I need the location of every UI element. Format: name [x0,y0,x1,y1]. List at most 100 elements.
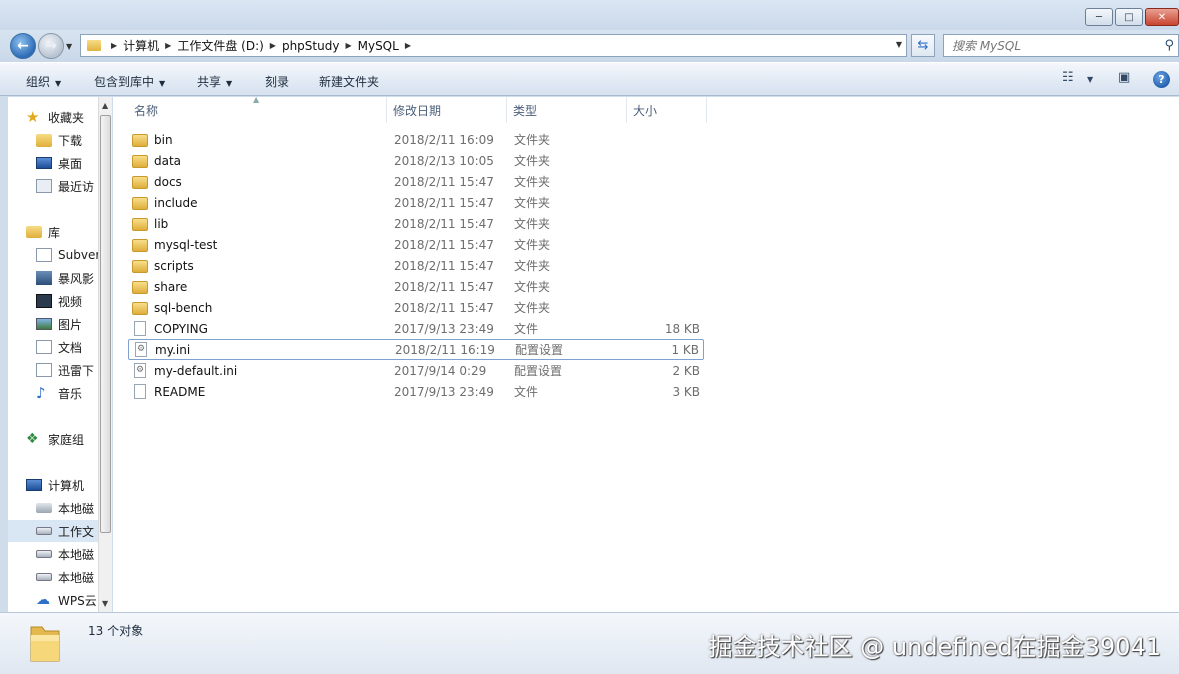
chevron-right-icon[interactable]: ▶ [165,41,171,50]
sidebar-item-label: 本地磁 [58,547,95,562]
close-button[interactable]: ✕ [1145,8,1179,26]
sidebar-item-work-drive[interactable]: 工作文 [8,520,98,542]
thunder-download-icon [36,363,52,377]
column-header-type[interactable]: 类型 [507,97,627,123]
file-row[interactable]: mysql-test 2018/2/11 15:47 文件夹 [128,234,704,255]
chevron-right-icon[interactable]: ▶ [345,41,351,50]
sidebar-item-homegroup[interactable]: ❖ 家庭组 [26,428,98,450]
minimize-button[interactable]: ─ [1085,8,1113,26]
address-dropdown-icon[interactable]: ▼ [896,40,902,49]
help-icon[interactable]: ? [1153,71,1170,88]
sidebar-item-desktop[interactable]: 桌面 [36,152,98,174]
view-dropdown-icon[interactable]: ▼ [1087,75,1093,84]
forward-button[interactable]: → [38,33,64,59]
sidebar-item-local-disk-e[interactable]: 本地磁 [36,543,98,565]
new-folder-button[interactable]: 新建文件夹 [319,73,379,90]
file-modified-date: 2018/2/13 10:05 [394,153,494,168]
share-menu[interactable]: 共享 ▼ [197,73,232,90]
view-options-icon[interactable]: ☷ [1062,70,1074,85]
file-row[interactable]: data 2018/2/13 10:05 文件夹 [128,150,704,171]
address-bar[interactable]: ▶ 计算机 ▶ 工作文件盘 (D:) ▶ phpStudy ▶ MySQL ▶ … [80,34,907,57]
column-header-name[interactable]: 名称 [128,97,387,123]
scroll-down-icon[interactable]: ▼ [102,599,108,608]
scroll-up-icon[interactable]: ▲ [102,101,108,110]
column-header-modified[interactable]: 修改日期 [387,97,507,123]
file-row[interactable]: lib 2018/2/11 15:47 文件夹 [128,213,704,234]
sidebar-item-computer[interactable]: 计算机 [26,474,98,496]
file-type: 文件夹 [514,154,551,168]
column-header-size[interactable]: 大小 [627,97,707,123]
sidebar-item-documents[interactable]: 文档 [36,336,98,358]
watermark-text: 掘金技术社区 @ undefined在掘金39041 [708,633,1161,661]
search-input[interactable] [952,38,1152,53]
sidebar-item-label: 文档 [58,340,83,355]
video-icon [36,294,52,308]
navigation-scrollbar[interactable]: ▲ ▼ [98,97,112,612]
sidebar-item-libraries[interactable]: 库 [26,221,98,243]
organize-menu[interactable]: 组织 ▼ [26,73,61,90]
file-row[interactable]: my.ini 2018/2/11 16:19 配置设置 1 KB [128,339,704,360]
back-button[interactable]: ← [10,33,36,59]
sidebar-item-thunder[interactable]: 迅雷下 [36,359,98,381]
scrollbar-thumb[interactable] [100,115,111,533]
file-row[interactable]: COPYING 2017/9/13 23:49 文件 18 KB [128,318,704,339]
sidebar-item-label: Subver [58,248,98,262]
file-row[interactable]: include 2018/2/11 15:47 文件夹 [128,192,704,213]
folder-icon [132,302,148,315]
file-row[interactable]: share 2018/2/11 15:47 文件夹 [128,276,704,297]
search-icon[interactable]: ⚲ [1164,38,1174,53]
sidebar-item-favorites[interactable]: ★ 收藏夹 [26,106,98,128]
file-row[interactable]: docs 2018/2/11 15:47 文件夹 [128,171,704,192]
breadcrumb-computer[interactable]: 计算机 [123,37,159,54]
sidebar-item-subversion[interactable]: Subver [36,244,98,266]
sidebar-item-label: WPS云 [58,593,97,608]
folder-icon [132,134,148,147]
sidebar-item-baofeng[interactable]: 暴风影 [36,267,98,289]
sidebar-item-wps-cloud[interactable]: ☁ WPS云 [36,589,98,611]
recent-pages-dropdown-icon[interactable]: ▼ [66,42,72,51]
sidebar-item-recent[interactable]: 最近访 [36,175,98,197]
breadcrumb-drive-d[interactable]: 工作文件盘 (D:) [177,37,263,54]
sidebar-item-label: 本地磁 [58,501,95,516]
file-type: 文件夹 [514,259,551,273]
file-modified-date: 2018/2/11 15:47 [394,237,494,252]
file-row[interactable]: my-default.ini 2017/9/14 0:29 配置设置 2 KB [128,360,704,381]
object-count: 13 个对象 [88,624,144,638]
file-icon [134,384,146,399]
file-row[interactable]: bin 2018/2/11 16:09 文件夹 [128,129,704,150]
sidebar-item-downloads[interactable]: 下载 [36,129,98,151]
window-controls: ─ □ ✕ [1085,8,1179,26]
file-size: 18 KB [664,321,700,336]
maximize-button[interactable]: □ [1115,8,1143,26]
include-library-label: 包含到库中 [94,75,155,89]
sidebar-item-local-disk-f[interactable]: 本地磁 [36,566,98,588]
sidebar-item-local-disk-c[interactable]: 本地磁 [36,497,98,519]
search-box[interactable]: ⚲ [943,34,1179,57]
sidebar-item-music[interactable]: ♪ 音乐 [36,382,98,404]
file-name: sql-bench [154,300,213,315]
burn-button[interactable]: 刻录 [265,73,289,90]
drive-icon [36,573,52,581]
breadcrumb-phpstudy[interactable]: phpStudy [282,39,340,53]
file-row[interactable]: scripts 2018/2/11 15:47 文件夹 [128,255,704,276]
file-modified-date: 2018/2/11 15:47 [394,195,494,210]
music-icon: ♪ [36,384,46,402]
file-size: 3 KB [672,384,700,399]
chevron-down-icon: ▼ [226,79,233,88]
file-type: 文件 [514,385,539,399]
chevron-right-icon[interactable]: ▶ [270,41,276,50]
file-row[interactable]: README 2017/9/13 23:49 文件 3 KB [128,381,704,402]
file-modified-date: 2017/9/14 0:29 [394,363,487,378]
include-in-library-menu[interactable]: 包含到库中 ▼ [94,73,165,90]
breadcrumb-mysql[interactable]: MySQL [358,39,399,53]
file-modified-date: 2018/2/11 15:47 [394,300,494,315]
sidebar-item-pictures[interactable]: 图片 [36,313,98,335]
chevron-right-icon[interactable]: ▶ [111,41,117,50]
chevron-right-icon[interactable]: ▶ [405,41,411,50]
preview-pane-icon[interactable]: ▣ [1118,70,1130,85]
sidebar-item-videos[interactable]: 视频 [36,290,98,312]
video-library-icon [36,271,52,285]
sidebar-item-label: 收藏夹 [48,110,85,125]
file-row[interactable]: sql-bench 2018/2/11 15:47 文件夹 [128,297,704,318]
refresh-button[interactable]: ⇆ [911,34,935,57]
